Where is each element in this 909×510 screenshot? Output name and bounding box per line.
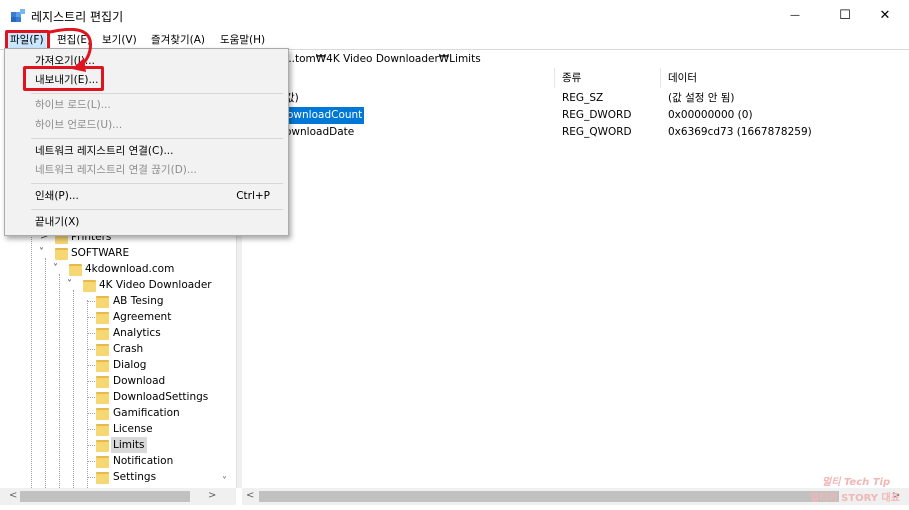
value-name: ownloadCount (285, 107, 365, 124)
folder-icon (83, 280, 96, 292)
table-row[interactable]: ownloadCount REG_DWORD 0x00000000 (0) (242, 107, 909, 124)
folder-icon (55, 248, 68, 260)
menu-item-exit[interactable]: 끝내기(X) (35, 212, 79, 232)
tree-item-label: Gamification (113, 407, 180, 419)
tree-item-label: Download (113, 375, 166, 387)
close-button[interactable]: ✕ (862, 0, 908, 31)
column-header-data[interactable]: 데이터 (668, 68, 697, 88)
tree-item-label: Crash (113, 343, 144, 355)
tree-item-label: Analytics (113, 327, 161, 339)
folder-icon (96, 472, 109, 484)
chevron-down-icon[interactable]: ˅ (53, 261, 58, 277)
scroll-left-arrow[interactable]: < (9, 490, 17, 501)
menu-bar: 파일(F) 편집(E) 보기(V) 즐겨찾기(A) 도움말(H) (0, 31, 909, 49)
close-icon: ✕ (879, 8, 891, 23)
chevron-down-icon[interactable]: ˅ (39, 245, 44, 261)
address-path: ...tom₩4K Video Downloader₩Limits (285, 53, 481, 65)
title-bar: 레지스트리 편집기 — ☐ ✕ (0, 0, 909, 31)
watermark-line2: 멀티의 STORY 대표 (810, 493, 900, 504)
tree-item-label: Limits (111, 437, 147, 453)
tree-item-label: Notification (113, 455, 174, 467)
folder-icon (96, 312, 109, 324)
tree-item-label: Dialog (113, 359, 147, 371)
tree-item-label: AB Tesing (113, 295, 164, 307)
print-shortcut: Ctrl+P (236, 190, 270, 202)
folder-icon (96, 424, 109, 436)
value-name: ownloadDate (285, 126, 355, 138)
tree-item-label: Settings (113, 471, 157, 483)
value-data: 0x00000000 (0) (668, 109, 753, 121)
tree-item-label: 4kdownload.com (85, 263, 175, 275)
menu-help[interactable]: 도움말(H) (218, 31, 267, 49)
menu-item-print[interactable]: 인쇄(P)... (35, 186, 265, 206)
folder-icon (96, 408, 109, 420)
minimize-icon: — (790, 10, 800, 21)
menu-item-connect-network-registry[interactable]: 네트워크 레지스트리 연결(C)... (35, 141, 173, 161)
menu-item-load-hive: 하이브 로드(L)... (35, 99, 111, 111)
maximize-icon: ☐ (839, 8, 851, 23)
tree-item-label: 4K Video Downloader (99, 279, 212, 291)
tree-item-label: License (113, 423, 153, 435)
folder-icon (96, 376, 109, 388)
scroll-left-arrow[interactable]: < (246, 490, 254, 501)
tree-scroll-down-arrow[interactable]: ˅ (222, 476, 227, 487)
folder-icon (96, 360, 109, 372)
menu-item-disconnect-network-registry: 네트워크 레지스트리 연결 끊기(D)... (35, 164, 197, 176)
column-header-type[interactable]: 종류 (562, 68, 581, 88)
chevron-down-icon[interactable]: ˅ (67, 277, 72, 293)
value-data: 0x6369cd73 (1667878259) (668, 126, 812, 138)
folder-icon (96, 456, 109, 468)
folder-icon (96, 440, 109, 452)
table-row[interactable]: ownloadDate REG_QWORD 0x6369cd73 (166787… (242, 124, 909, 141)
folder-icon (96, 344, 109, 356)
menu-item-unload-hive: 하이브 언로드(U)... (35, 119, 123, 131)
values-list[interactable]: 종류 데이터 값) REG_SZ (값 설정 안 됨) ownloadCount… (242, 68, 909, 488)
tree-item-label: SOFTWARE (71, 247, 130, 259)
scroll-right-arrow[interactable]: > (208, 490, 216, 501)
value-type: REG_SZ (562, 92, 604, 104)
list-horizontal-scrollbar[interactable]: < > (242, 488, 909, 505)
menu-item-print-label: 인쇄(P)... (35, 190, 79, 202)
folder-icon (96, 392, 109, 404)
scroll-thumb[interactable] (20, 491, 190, 502)
folder-icon (96, 296, 109, 308)
tree-item-label: Agreement (113, 311, 172, 323)
value-type: REG_DWORD (562, 109, 632, 121)
tree-item-label: DownloadSettings (113, 391, 209, 403)
tree-horizontal-scrollbar[interactable]: < > (0, 488, 236, 505)
menu-favorites[interactable]: 즐겨찾기(A) (149, 31, 207, 49)
minimize-button[interactable]: — (772, 0, 818, 31)
registry-editor-icon (11, 9, 25, 22)
scroll-thumb[interactable] (259, 491, 839, 502)
folder-icon (96, 328, 109, 340)
value-type: REG_QWORD (562, 126, 632, 138)
window-title: 레지스트리 편집기 (31, 10, 124, 24)
value-data: (값 설정 안 됨) (668, 92, 735, 104)
red-arrow-annotation (48, 28, 92, 72)
watermark-line1: 멀티 Tech Tip (822, 477, 891, 488)
table-row[interactable]: 값) REG_SZ (값 설정 안 됨) (242, 90, 909, 107)
folder-icon (69, 264, 82, 276)
